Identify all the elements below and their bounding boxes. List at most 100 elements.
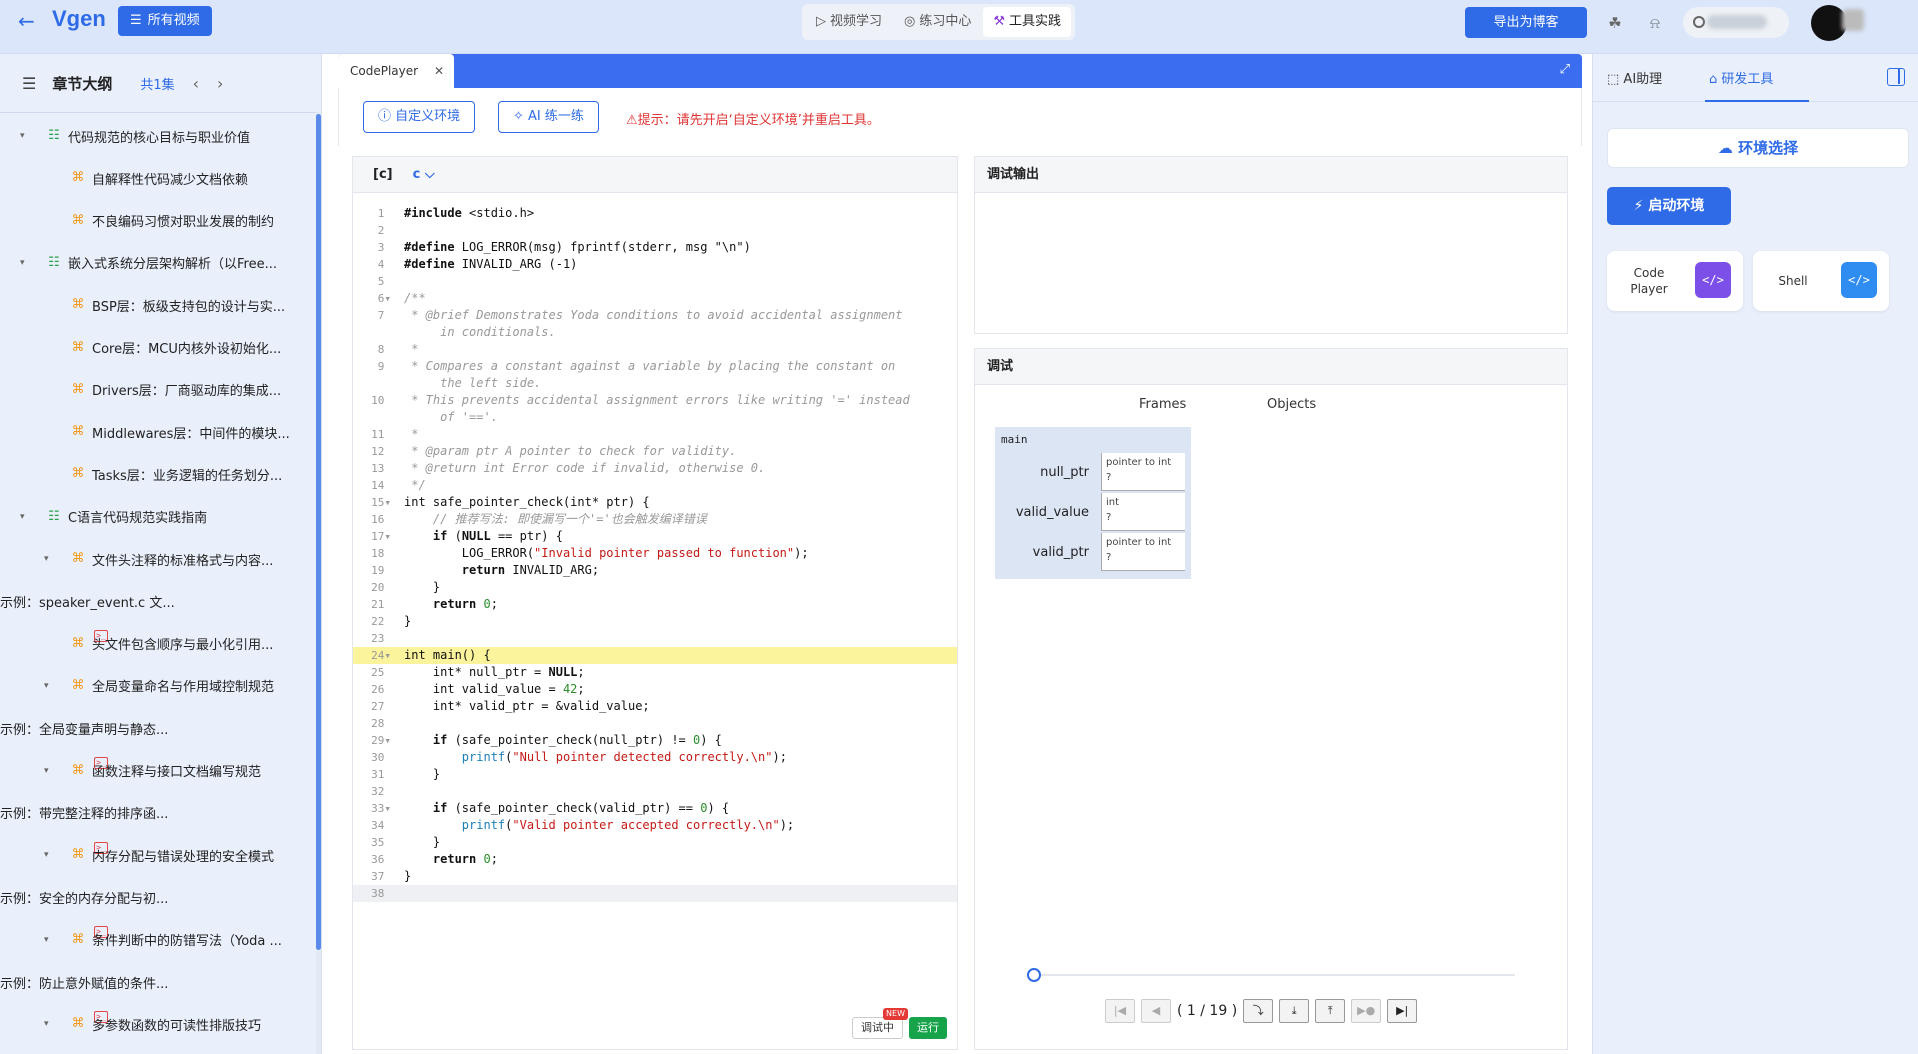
- code-line[interactable]: 28: [353, 715, 957, 732]
- step-slider-knob[interactable]: [1027, 968, 1041, 982]
- code-line[interactable]: 34 printf("Valid pointer accepted correc…: [353, 817, 957, 834]
- step-into-icon[interactable]: ⤓: [1279, 999, 1310, 1023]
- code-line[interactable]: 2: [353, 222, 957, 239]
- caret-down-icon[interactable]: ▾: [44, 850, 54, 860]
- sidebar-item[interactable]: ▾ ⌘ 文件头注释的标准格式与内容...: [0, 540, 316, 578]
- sidebar-item[interactable]: >_ 示例：防止意外赋值的条件...: [0, 963, 316, 1023]
- code-line[interactable]: 1 #include <stdio.h>: [353, 205, 957, 222]
- code-line[interactable]: 8 *: [353, 341, 957, 358]
- arrow-left-icon[interactable]: ←: [18, 10, 42, 34]
- debug-button[interactable]: 调试中 NEW: [852, 1008, 908, 1039]
- step-out-icon[interactable]: ⤒: [1315, 999, 1346, 1023]
- sidebar-item[interactable]: ▾ ☷ 嵌入式系统分层架构解析（以Free...: [0, 244, 316, 282]
- sidebar-scrollbar-thumb[interactable]: [316, 114, 321, 950]
- code-line[interactable]: 37 }: [353, 868, 957, 885]
- run-button[interactable]: 运行: [909, 1017, 947, 1039]
- sidebar-item[interactable]: ▾ ⌘ 内存分配与错误处理的安全模式: [0, 836, 316, 874]
- code-line[interactable]: 22 }: [353, 613, 957, 630]
- ai-practice-button[interactable]: ✧ AI 练一练: [498, 101, 599, 133]
- tab-codeplayer[interactable]: CodePlayer ✕: [338, 54, 454, 88]
- code-line[interactable]: 14 */: [353, 477, 957, 494]
- custom-env-button[interactable]: ⓘ 自定义环境: [363, 101, 476, 133]
- sidebar-item[interactable]: ⌘ Tasks层：业务逻辑的任务划分...: [0, 455, 316, 493]
- prev-step-icon[interactable]: ◀: [1141, 999, 1171, 1023]
- codeplayer-card[interactable]: Code Player </>: [1607, 251, 1743, 311]
- code-line[interactable]: 12 * @param ptr A pointer to check for v…: [353, 443, 957, 460]
- code-line[interactable]: 25 int* null_ptr = NULL;: [353, 664, 957, 681]
- code-line[interactable]: 15▾ int safe_pointer_check(int* ptr) {: [353, 494, 957, 511]
- tab-ai-assistant[interactable]: ⬚ AI助理: [1607, 68, 1662, 87]
- sidebar-item[interactable]: ⌘ Middlewares层：中间件的模块...: [0, 413, 316, 451]
- tab-tool-practice[interactable]: ⚒ 工具实践: [983, 7, 1072, 37]
- chevron-right-icon[interactable]: ›: [217, 74, 223, 93]
- sidebar-item[interactable]: ⌘ 头文件包含顺序与最小化引用...: [0, 625, 316, 663]
- sidebar-item[interactable]: ⌘ Drivers层：厂商驱动库的集成...: [0, 371, 316, 409]
- code-line[interactable]: 31 }: [353, 766, 957, 783]
- code-line[interactable]: 20 }: [353, 579, 957, 596]
- code-line[interactable]: the left side.: [353, 375, 957, 392]
- env-select-button[interactable]: ☁ 环境选择: [1607, 128, 1909, 168]
- start-env-button[interactable]: ⚡ 启动环境: [1607, 187, 1731, 225]
- code-line[interactable]: 21 return 0;: [353, 596, 957, 613]
- code-line[interactable]: 27 int* valid_ptr = &valid_value;: [353, 698, 957, 715]
- code-line[interactable]: 4 #define INVALID_ARG (-1): [353, 256, 957, 273]
- code-editor[interactable]: [c] c ⌵ 1 #include <stdio.h> 2 3 #define …: [352, 156, 958, 1050]
- caret-down-icon[interactable]: ▾: [20, 512, 30, 522]
- caret-down-icon[interactable]: ▾: [44, 554, 54, 564]
- code-line[interactable]: 11 *: [353, 426, 957, 443]
- brand-logo[interactable]: Vgen: [52, 6, 106, 32]
- run-to-breakpoint-icon[interactable]: ▶●: [1351, 999, 1382, 1023]
- close-icon[interactable]: ✕: [434, 54, 444, 88]
- code-line[interactable]: 29▾ if (safe_pointer_check(null_ptr) != …: [353, 732, 957, 749]
- caret-down-icon[interactable]: ▾: [44, 681, 54, 691]
- code-line[interactable]: 7 * @brief Demonstrates Yoda conditions …: [353, 307, 957, 324]
- code-line[interactable]: 30 printf("Null pointer detected correct…: [353, 749, 957, 766]
- code-line[interactable]: 35 }: [353, 834, 957, 851]
- sidebar-item[interactable]: ⌘ 不良编码习惯对职业发展的制约: [0, 202, 316, 240]
- code-line[interactable]: 36 return 0;: [353, 851, 957, 868]
- sidebar-item[interactable]: ▾ ⌘ 多参数函数的可读性排版技巧: [0, 1005, 316, 1043]
- code-line[interactable]: 24▾ int main() {: [353, 647, 957, 664]
- language-select[interactable]: c ⌵: [413, 167, 435, 182]
- code-line[interactable]: 17▾ if (NULL == ptr) {: [353, 528, 957, 545]
- all-videos-button[interactable]: ☰ 所有视频: [118, 6, 212, 36]
- code-line[interactable]: 26 int valid_value = 42;: [353, 681, 957, 698]
- sidebar-item[interactable]: >_ 示例：带完整注释的排序函...: [0, 794, 316, 854]
- code-line[interactable]: in conditionals.: [353, 324, 957, 341]
- sidebar-item[interactable]: ⌘ BSP层：板级支持包的设计与实...: [0, 286, 316, 324]
- panel-toggle-icon[interactable]: [1887, 68, 1905, 86]
- caret-down-icon[interactable]: ▾: [20, 131, 30, 141]
- step-over-icon[interactable]: ⤵: [1243, 999, 1274, 1023]
- first-step-icon[interactable]: |◀: [1105, 999, 1135, 1023]
- caret-down-icon[interactable]: ▾: [44, 1019, 54, 1029]
- sidebar-item[interactable]: ▾ ☷ C语言代码规范实践指南: [0, 498, 316, 536]
- tab-video-learning[interactable]: ▷ 视频学习: [806, 7, 892, 37]
- sidebar-item[interactable]: ▾ ☷ 代码规范的核心目标与职业价值: [0, 117, 316, 155]
- bell-icon[interactable]: ⍾: [1644, 12, 1666, 34]
- code-line[interactable]: 18 LOG_ERROR("Invalid pointer passed to …: [353, 545, 957, 562]
- sidebar-item[interactable]: ▾ ⌘ 全局变量命名与作用域控制规范: [0, 667, 316, 705]
- code-line[interactable]: 32: [353, 783, 957, 800]
- code-line[interactable]: 9 * Compares a constant against a variab…: [353, 358, 957, 375]
- caret-down-icon[interactable]: ▾: [44, 935, 54, 945]
- last-step-icon[interactable]: ▶|: [1387, 999, 1418, 1023]
- sidebar-item[interactable]: >_ 示例：speaker_event.c 文...: [0, 582, 316, 643]
- expand-icon[interactable]: ⤢: [1560, 62, 1570, 77]
- code-line[interactable]: 33▾ if (safe_pointer_check(valid_ptr) ==…: [353, 800, 957, 817]
- sidebar-item[interactable]: >_ 示例：全局变量声明与静态...: [0, 709, 316, 770]
- step-slider-track[interactable]: [1033, 974, 1515, 976]
- code-line[interactable]: 23: [353, 630, 957, 647]
- sidebar-item[interactable]: ⌘ Core层：MCU内核外设初始化...: [0, 329, 316, 367]
- code-line[interactable]: 3 #define LOG_ERROR(msg) fprintf(stderr,…: [353, 239, 957, 256]
- chevron-left-icon[interactable]: ‹: [193, 74, 199, 93]
- outline-icon[interactable]: ☰: [22, 74, 36, 93]
- caret-down-icon[interactable]: ▾: [44, 766, 54, 776]
- sidebar-item[interactable]: >_ 示例：安全的内存分配与初...: [0, 878, 316, 939]
- code-line[interactable]: of '=='.: [353, 409, 957, 426]
- code-line[interactable]: 13 * @return int Error code if invalid, …: [353, 460, 957, 477]
- export-blog-button[interactable]: 导出为博客: [1465, 7, 1587, 38]
- code-line[interactable]: 16 // 推荐写法: 即使漏写一个'='也会触发编译错误: [353, 511, 957, 528]
- code-line[interactable]: 5: [353, 273, 957, 290]
- sidebar-item[interactable]: ▾ ⌘ 函数注释与接口文档编写规范: [0, 752, 316, 790]
- user-status-pill[interactable]: [1683, 7, 1789, 38]
